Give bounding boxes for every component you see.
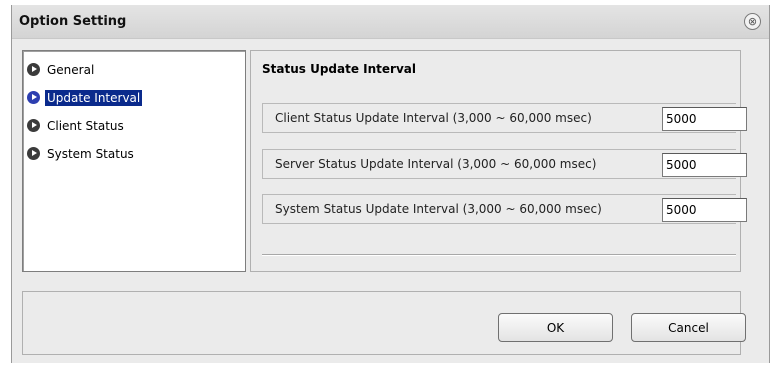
sidebar-item-client-status[interactable]: Client Status xyxy=(27,116,126,135)
server-interval-row: Server Status Update Interval (3,000 ~ 6… xyxy=(262,149,747,179)
title-bar[interactable]: Option Setting ⊗ xyxy=(12,5,769,39)
ok-button[interactable]: OK xyxy=(498,313,613,342)
sidebar-item-general[interactable]: General xyxy=(27,60,96,79)
window-title: Option Setting xyxy=(19,14,127,29)
client-interval-label: Client Status Update Interval (3,000 ~ 6… xyxy=(275,111,592,125)
arrow-circle-icon xyxy=(27,63,40,76)
button-bar: OK Cancel xyxy=(22,291,746,355)
settings-panel: Status Update Interval Client Status Upd… xyxy=(250,50,747,272)
server-interval-input[interactable] xyxy=(662,153,747,177)
sidebar-item-label: Update Interval xyxy=(45,89,143,106)
system-interval-label: System Status Update Interval (3,000 ~ 6… xyxy=(275,202,602,216)
arrow-circle-icon xyxy=(27,119,40,132)
system-interval-row: System Status Update Interval (3,000 ~ 6… xyxy=(262,194,747,224)
client-interval-input[interactable] xyxy=(662,107,747,131)
arrow-circle-icon xyxy=(27,147,40,160)
sidebar-item-label: System Status xyxy=(47,146,134,161)
client-interval-row: Client Status Update Interval (3,000 ~ 6… xyxy=(262,103,747,133)
sidebar-item-label: Client Status xyxy=(47,118,124,133)
close-icon[interactable]: ⊗ xyxy=(744,13,761,30)
sidebar-item-system-status[interactable]: System Status xyxy=(27,144,136,163)
arrow-circle-icon xyxy=(27,91,40,104)
system-interval-input[interactable] xyxy=(662,198,747,222)
section-title: Status Update Interval xyxy=(262,62,416,76)
divider xyxy=(262,254,736,256)
sidebar-item-label: General xyxy=(47,62,95,77)
sidebar-item-update-interval[interactable]: Update Interval xyxy=(27,88,143,107)
options-tree: General Update Interval Client Status Sy… xyxy=(22,50,246,272)
cancel-button[interactable]: Cancel xyxy=(631,313,746,342)
server-interval-label: Server Status Update Interval (3,000 ~ 6… xyxy=(275,157,597,171)
